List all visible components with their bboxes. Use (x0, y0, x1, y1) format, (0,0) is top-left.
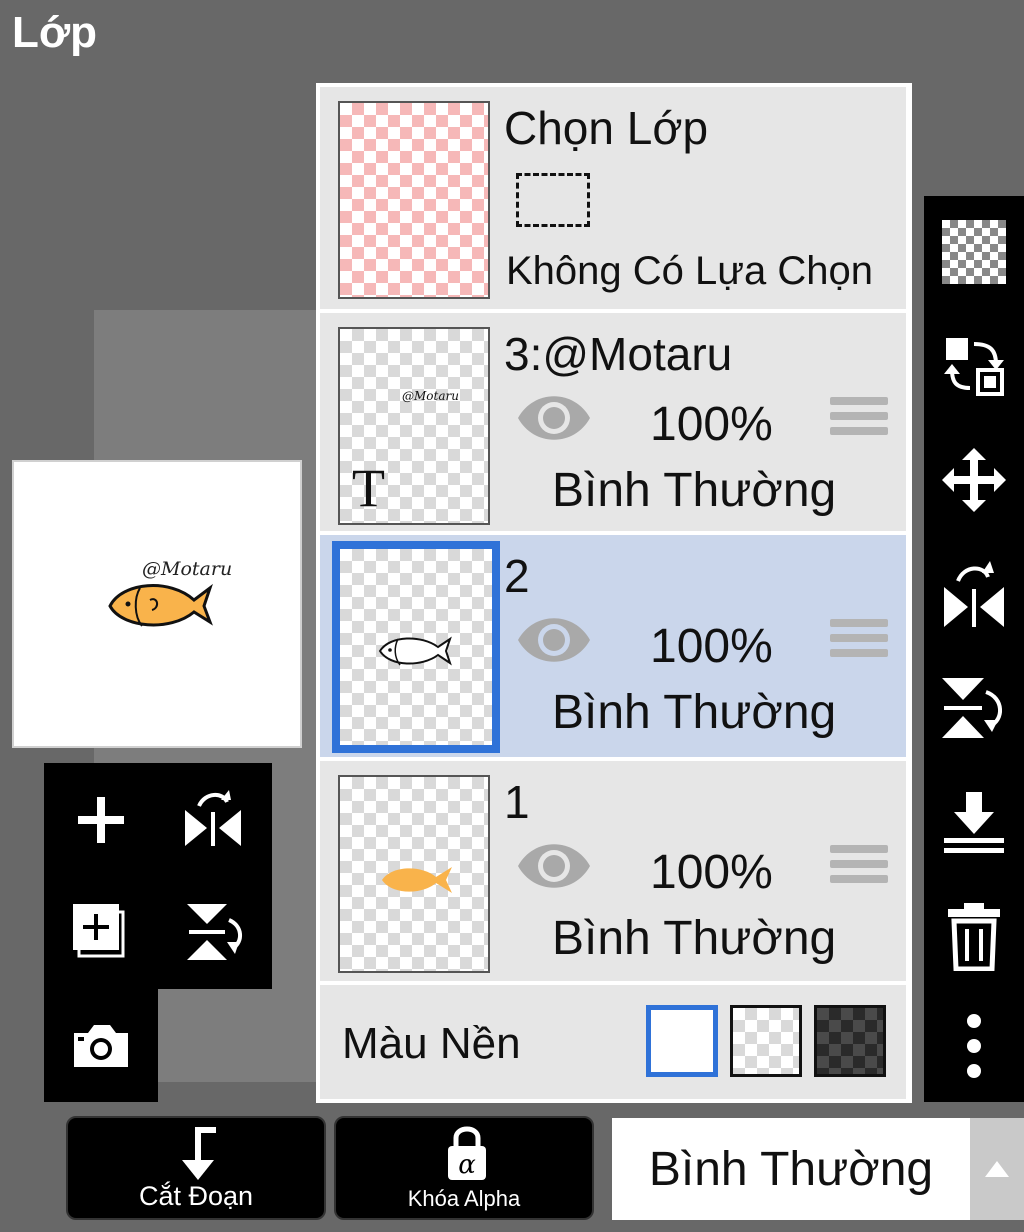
trash-icon[interactable] (924, 886, 1024, 986)
flip-vertical-icon[interactable] (170, 889, 256, 975)
swap-icon[interactable] (924, 316, 1024, 416)
alpha-lock-label: Khóa Alpha (407, 1186, 521, 1211)
eye-icon[interactable] (516, 393, 592, 448)
thumbnail-text: @Motaru (402, 389, 459, 403)
drag-handle-icon[interactable] (830, 619, 888, 664)
alpha-lock-icon: α (448, 1126, 486, 1180)
fish-outline-drawing (378, 636, 452, 666)
alpha-lock-button[interactable]: α Khóa Alpha (334, 1116, 594, 1220)
clip-arrow-icon (182, 1127, 216, 1180)
flip-horizontal-icon[interactable] (924, 544, 1024, 644)
background-color-label: Màu Nền (342, 1019, 521, 1068)
selection-layer-title: Chọn Lớp (504, 102, 709, 154)
triangle-up-icon (985, 1161, 1009, 1177)
canvas-preview: @Motaru (12, 460, 302, 748)
duplicate-layer-icon[interactable] (58, 889, 144, 975)
layer-row[interactable]: @Motaru T 3:@Motaru 100% Bình Thường (320, 313, 906, 531)
clip-button[interactable]: Cắt Đoạn (66, 1116, 326, 1220)
layer-thumbnail (332, 541, 500, 753)
drag-handle-icon[interactable] (830, 397, 888, 442)
selection-marquee-icon (516, 173, 590, 227)
move-icon[interactable] (924, 430, 1024, 530)
layer-name: 2 (504, 550, 530, 602)
layer-opacity: 100% (650, 846, 773, 899)
transparency-icon[interactable] (924, 202, 1024, 302)
flip-vertical-icon[interactable] (924, 658, 1024, 758)
layer-row-selected[interactable]: 2 100% Bình Thường (320, 535, 906, 757)
left-toolbar (44, 763, 272, 989)
fish-drawing (108, 583, 213, 627)
text-layer-badge: T (352, 458, 385, 518)
background-color-row: Màu Nền (320, 985, 906, 1099)
layers-panel: Chọn Lớp Không Có Lựa Chọn @Motaru T 3:@… (316, 83, 912, 1103)
more-icon[interactable] (924, 996, 1024, 1096)
fish-fill-drawing (382, 867, 452, 893)
eye-icon[interactable] (516, 615, 592, 670)
background-transparent-swatch[interactable] (730, 1005, 802, 1077)
layer-thumbnail: @Motaru T (338, 327, 490, 525)
layer-blend-mode[interactable]: Bình Thường (552, 463, 836, 518)
layer-blend-mode[interactable]: Bình Thường (552, 911, 836, 966)
blend-mode-select[interactable]: Bình Thường (612, 1118, 970, 1220)
camera-icon[interactable] (58, 1003, 144, 1089)
page-title: Lớp (12, 8, 98, 57)
svg-text:α: α (458, 1150, 476, 1180)
selection-layer-thumbnail (338, 101, 490, 299)
blend-mode-dropdown-button[interactable] (970, 1118, 1024, 1220)
selection-status: Không Có Lựa Chọn (506, 249, 874, 293)
layer-blend-mode[interactable]: Bình Thường (552, 685, 836, 740)
merge-down-icon[interactable] (924, 772, 1024, 872)
layer-name: 3:@Motaru (504, 328, 733, 380)
right-toolbar (924, 196, 1024, 1102)
add-layer-icon[interactable] (58, 777, 144, 863)
layer-name: 1 (504, 776, 530, 828)
selection-layer-row[interactable]: Chọn Lớp Không Có Lựa Chọn (320, 87, 906, 309)
layer-thumbnail (338, 775, 490, 973)
eye-icon[interactable] (516, 841, 592, 896)
flip-horizontal-icon[interactable] (170, 777, 256, 863)
layer-row[interactable]: 1 100% Bình Thường (320, 761, 906, 981)
left-toolbar-camera (44, 989, 158, 1102)
layer-opacity: 100% (650, 398, 773, 451)
layer-opacity: 100% (650, 620, 773, 673)
background-dark-swatch[interactable] (814, 1005, 886, 1077)
clip-label: Cắt Đoạn (138, 1181, 254, 1211)
background-white-swatch[interactable] (646, 1005, 718, 1077)
drag-handle-icon[interactable] (830, 845, 888, 890)
